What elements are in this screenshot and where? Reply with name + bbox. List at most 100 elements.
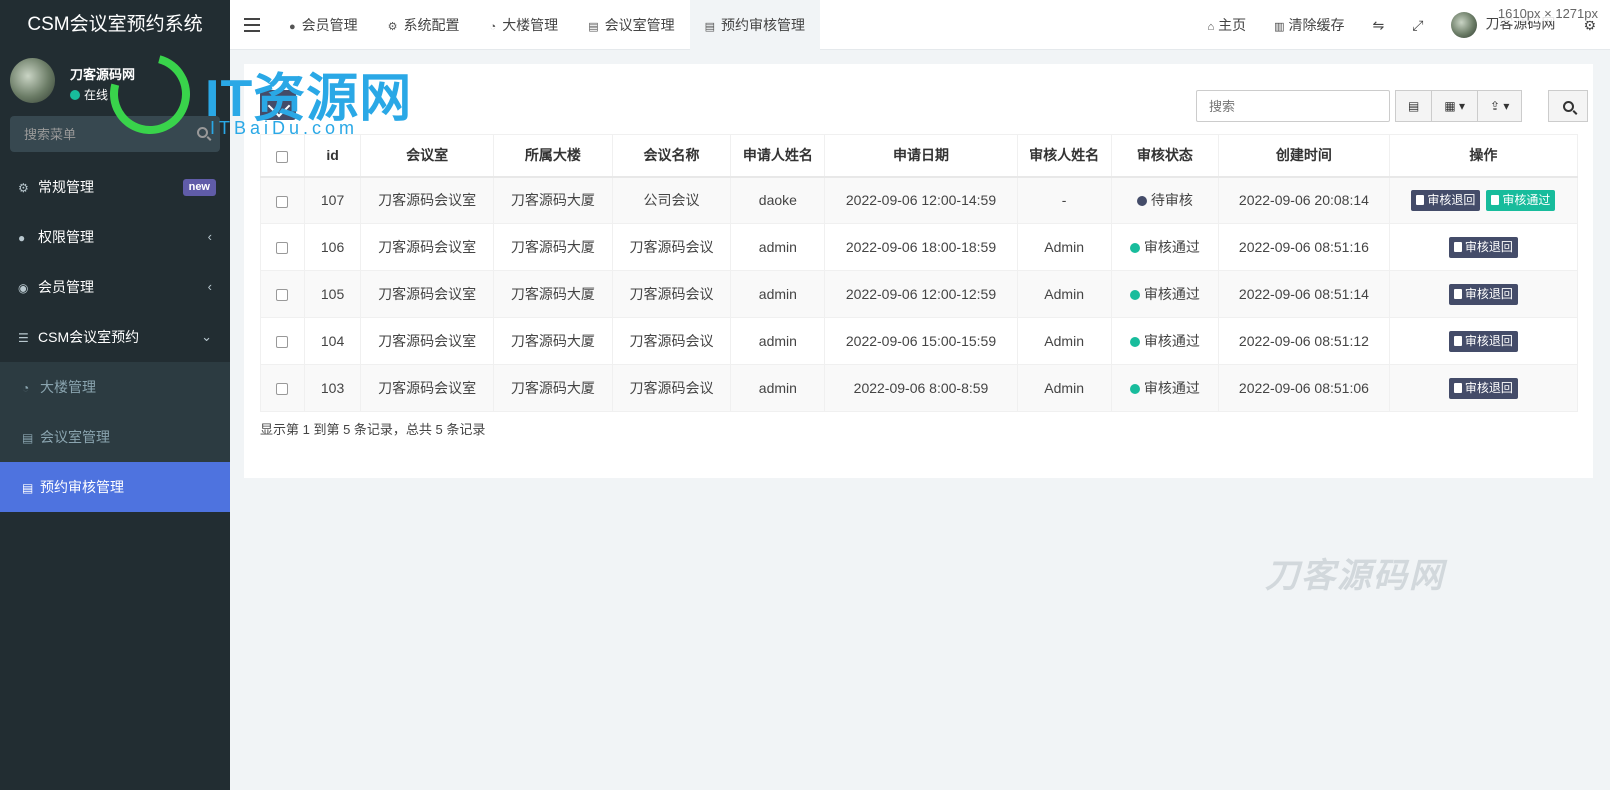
table-row[interactable]: 105 刀客源码会议室 刀客源码大厦 刀客源码会议 admin 2022-09-…	[260, 270, 1579, 318]
app-title[interactable]: CSM会议室预约系统	[0, 0, 230, 50]
advanced-search-button[interactable]	[1548, 90, 1588, 122]
table-row[interactable]: 107 刀客源码会议室 刀客源码大厦 公司会议 daoke 2022-09-06…	[260, 176, 1579, 224]
reject-button[interactable]: 审核退回	[1448, 330, 1518, 352]
dashboard-icon: ◔	[489, 21, 497, 33]
row-checkbox[interactable]	[276, 242, 289, 255]
column-header[interactable]: 所属大楼	[493, 134, 613, 178]
tab-rooms[interactable]: ▤ 会议室管理	[573, 0, 689, 50]
cell-id: 107	[303, 176, 362, 224]
column-header[interactable]: 创建时间	[1218, 134, 1390, 178]
column-header[interactable]: 申请人姓名	[730, 134, 826, 178]
cell-meeting: 刀客源码会议	[611, 223, 732, 271]
row-checkbox[interactable]	[276, 383, 289, 396]
row-checkbox[interactable]	[276, 195, 289, 208]
sidebar-item-permissions[interactable]: ● 权限管理 ‹	[0, 212, 230, 262]
column-header[interactable]: 审核状态	[1110, 134, 1220, 178]
search-icon	[1562, 101, 1574, 112]
cell-created: 2022-09-06 08:51:12	[1218, 317, 1390, 365]
status-label: 审核通过	[1143, 286, 1200, 302]
cell-reviewer: -	[1016, 176, 1112, 224]
columns-button[interactable]: ▦ ▾	[1432, 90, 1479, 122]
column-header[interactable]: 会议名称	[611, 134, 732, 178]
tab-system-config[interactable]: ⚙ 系统配置	[373, 0, 475, 50]
table-row[interactable]: 104 刀客源码会议室 刀客源码大厦 刀客源码会议 admin 2022-09-…	[260, 317, 1579, 365]
table-row[interactable]: 103 刀客源码会议室 刀客源码大厦 刀客源码会议 admin 2022-09-…	[260, 364, 1579, 412]
sidebar-item-label: CSM会议室预约	[38, 329, 140, 345]
sidebar-item-label: 权限管理	[38, 229, 94, 245]
sidebar-search-input[interactable]	[10, 116, 220, 152]
cogs-icon: ⚙	[18, 181, 29, 195]
export-button[interactable]: ⇪ ▾	[1478, 90, 1523, 122]
row-select-cell	[260, 176, 305, 224]
tab-members[interactable]: ● 会员管理	[274, 0, 373, 50]
avatar	[10, 58, 55, 103]
status-dot-icon	[1129, 290, 1140, 300]
status-label: 审核通过	[1143, 239, 1200, 255]
cell-status: 审核通过	[1110, 270, 1220, 318]
row-checkbox[interactable]	[276, 289, 289, 302]
reject-label: 审核退回	[1464, 286, 1513, 301]
status-label: 待审核	[1150, 192, 1193, 209]
export-icon: ⇪ ▾	[1490, 99, 1510, 113]
cell-meeting: 刀客源码会议	[611, 317, 732, 365]
sidebar-subitem-building[interactable]: ◔ 大楼管理	[0, 362, 230, 412]
fullscreen-icon[interactable]: ⤢	[1398, 17, 1437, 34]
search-icon[interactable]	[197, 127, 208, 138]
cell-meeting: 公司会议	[611, 176, 732, 224]
cell-status: 待审核	[1110, 176, 1220, 224]
status-dot-icon	[1129, 384, 1140, 394]
sidebar-item-general[interactable]: ⚙ 常规管理 new	[0, 162, 230, 212]
toggle-view-button[interactable]: ▤	[1395, 90, 1433, 122]
translate-icon[interactable]: ⇋	[1359, 17, 1399, 34]
chevron-left-icon: ‹	[207, 229, 212, 244]
home-link[interactable]: ⌂ 主页	[1193, 15, 1260, 35]
refresh-button[interactable]	[260, 90, 296, 120]
sidebar-item-members[interactable]: ◉ 会员管理 ‹	[0, 262, 230, 312]
table-row[interactable]: 106 刀客源码会议室 刀客源码大厦 刀客源码会议 admin 2022-09-…	[260, 223, 1579, 271]
sidebar-item-label: 常规管理	[38, 179, 94, 195]
table-search-input[interactable]	[1196, 90, 1390, 122]
column-header: 操作	[1388, 134, 1579, 178]
tab-building[interactable]: ◔ 大楼管理	[475, 0, 574, 50]
column-header[interactable]: 审核人姓名	[1016, 134, 1112, 178]
cell-id: 105	[303, 270, 362, 318]
approve-button[interactable]: 审核通过	[1486, 189, 1556, 211]
reject-button[interactable]: 审核退回	[1448, 283, 1518, 305]
dimension-overlay: 1610px × 1271px	[1497, 6, 1598, 21]
cell-actions: 审核退回	[1388, 270, 1579, 318]
sidebar-subitem-rooms[interactable]: ▤ 会议室管理	[0, 412, 230, 462]
reject-button[interactable]: 审核退回	[1448, 236, 1518, 258]
pagination-info: 显示第 1 到第 5 条记录，总共 5 条记录	[260, 422, 486, 437]
select-all-checkbox[interactable]	[276, 150, 289, 163]
grid-icon: ▦ ▾	[1444, 99, 1466, 113]
row-select-cell	[260, 223, 305, 271]
file-icon	[1416, 194, 1425, 205]
clear-cache-link[interactable]: ▥ 清除缓存	[1260, 15, 1358, 35]
cell-created: 2022-09-06 08:51:16	[1218, 223, 1390, 271]
file-icon	[1453, 288, 1462, 299]
column-header[interactable]: 会议室	[360, 134, 495, 178]
column-header[interactable]: 申请日期	[824, 134, 1018, 178]
sidebar-subitem-review[interactable]: ▤ 预约审核管理	[0, 462, 230, 512]
sidebar-search	[10, 116, 220, 152]
reject-button[interactable]: 审核退回	[1411, 189, 1481, 211]
cell-room: 刀客源码会议室	[360, 270, 495, 318]
column-header[interactable]: id	[303, 134, 362, 178]
file-icon: ▤	[704, 21, 715, 33]
menu-toggle-icon[interactable]	[244, 14, 260, 34]
tab-label: 系统配置	[403, 17, 460, 33]
reject-button[interactable]: 审核退回	[1448, 377, 1518, 399]
user-status-label: 在线	[84, 88, 109, 102]
cell-date: 2022-09-06 12:00-12:59	[824, 270, 1018, 318]
cell-building: 刀客源码大厦	[493, 176, 613, 224]
sidebar-item-csm[interactable]: ☰ CSM会议室预约 ⌄	[0, 312, 230, 362]
cell-date: 2022-09-06 18:00-18:59	[824, 223, 1018, 271]
trash-icon: ▥	[1274, 21, 1285, 33]
cell-applicant: admin	[730, 317, 826, 365]
tab-label: 预约审核管理	[721, 17, 805, 33]
row-checkbox[interactable]	[276, 336, 289, 349]
online-dot-icon	[70, 90, 80, 100]
file-icon	[1453, 382, 1462, 393]
tab-review[interactable]: ▤ 预约审核管理	[689, 0, 820, 50]
cell-id: 104	[303, 317, 362, 365]
